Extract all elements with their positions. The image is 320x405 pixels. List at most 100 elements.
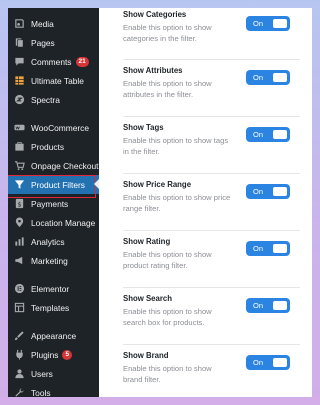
toggle-label: On xyxy=(253,130,264,139)
sidebar-item-label: Plugins xyxy=(31,349,59,360)
cart-icon xyxy=(14,160,25,171)
show-categories-toggle[interactable]: On xyxy=(246,16,290,31)
sidebar-item-comments[interactable]: Comments 21 xyxy=(8,52,99,71)
sidebar-item-label: Onpage Checkout xyxy=(31,160,99,171)
toggle-label: On xyxy=(253,187,264,196)
filter-icon xyxy=(14,179,25,190)
sidebar-item-users[interactable]: Users xyxy=(8,364,99,383)
pages-icon xyxy=(14,37,25,48)
sidebar-item-label: Tools xyxy=(31,387,51,398)
filter-settings-panel: Show Categories Enable this option to sh… xyxy=(99,8,312,397)
sidebar-item-label: Product Filters xyxy=(31,179,85,190)
templates-icon xyxy=(14,302,25,313)
toggle-knob xyxy=(273,244,287,253)
spectra-icon xyxy=(14,94,25,105)
sidebar-item-product-filters[interactable]: Product Filters xyxy=(8,175,99,198)
table-icon xyxy=(14,75,25,86)
admin-sidebar: Media Pages Comments 21 Ultimate Table S… xyxy=(8,8,99,397)
sidebar-item-appearance[interactable]: Appearance xyxy=(8,326,99,345)
show-search-toggle[interactable]: On xyxy=(246,298,290,313)
sidebar-item-label: Templates xyxy=(31,302,70,313)
elementor-icon xyxy=(14,283,25,294)
location-icon xyxy=(14,217,25,228)
setting-description: Enable this option to show search box fo… xyxy=(123,307,212,327)
sidebar-item-label: Spectra xyxy=(31,94,60,105)
toggle-knob xyxy=(273,358,287,367)
sidebar-item-spectra[interactable]: Spectra xyxy=(8,90,99,109)
sidebar-item-label: Location Manage xyxy=(31,217,96,228)
toggle-label: On xyxy=(253,244,264,253)
plugins-icon xyxy=(14,349,25,360)
sidebar-item-location-manage[interactable]: Location Manage xyxy=(8,213,99,232)
setting-description: Enable this option to show product ratin… xyxy=(123,250,212,270)
comments-icon xyxy=(14,56,25,67)
sidebar-item-plugins[interactable]: Plugins 5 xyxy=(8,345,99,364)
setting-row-show-price-range: Show Price Range Enable this option to s… xyxy=(123,174,300,231)
toggle-label: On xyxy=(253,301,264,310)
comments-count-badge: 21 xyxy=(75,56,89,67)
sidebar-item-label: Products xyxy=(31,141,65,152)
setting-row-show-brand: Show Brand Enable this option to show br… xyxy=(123,345,300,397)
show-brand-toggle[interactable]: On xyxy=(246,355,290,370)
svg-text:$: $ xyxy=(17,200,21,208)
toggle-label: On xyxy=(253,73,264,82)
sidebar-item-label: Appearance xyxy=(31,330,77,341)
marketing-icon xyxy=(14,255,25,266)
sidebar-item-payments[interactable]: $ Payments xyxy=(8,194,99,213)
sidebar-item-label: WooCommerce xyxy=(31,122,90,133)
show-rating-toggle[interactable]: On xyxy=(246,241,290,256)
sidebar-item-media[interactable]: Media xyxy=(8,14,99,33)
setting-row-show-tags: Show Tags Enable this option to show tag… xyxy=(123,117,300,174)
sidebar-item-label: Users xyxy=(31,368,53,379)
toggle-knob xyxy=(273,130,287,139)
toggle-knob xyxy=(273,301,287,310)
sidebar-item-analytics[interactable]: Analytics xyxy=(8,232,99,251)
toggle-knob xyxy=(273,19,287,28)
setting-row-show-categories: Show Categories Enable this option to sh… xyxy=(123,8,300,60)
setting-description: Enable this option to show tags in the f… xyxy=(123,136,229,156)
sidebar-item-marketing[interactable]: Marketing xyxy=(8,251,99,270)
menu-separator xyxy=(8,109,99,118)
sidebar-item-label: Pages xyxy=(31,37,55,48)
sidebar-item-pages[interactable]: Pages xyxy=(8,33,99,52)
menu-separator xyxy=(8,317,99,326)
sidebar-item-products[interactable]: Products xyxy=(8,137,99,156)
sidebar-item-label: Media xyxy=(31,18,54,29)
setting-row-show-attributes: Show Attributes Enable this option to sh… xyxy=(123,60,300,117)
show-price-range-toggle[interactable]: On xyxy=(246,184,290,199)
setting-description: Enable this option to show brand filter. xyxy=(123,364,212,384)
toggle-knob xyxy=(273,187,287,196)
sidebar-item-label: Marketing xyxy=(31,255,68,266)
sidebar-item-onpage-checkout[interactable]: Onpage Checkout xyxy=(8,156,99,175)
sidebar-item-label: Analytics xyxy=(31,236,65,247)
sidebar-item-ultimate-table[interactable]: Ultimate Table xyxy=(8,71,99,90)
setting-description: Enable this option to show attributes in… xyxy=(123,79,212,99)
sidebar-item-label: Elementor xyxy=(31,283,70,294)
toggle-label: On xyxy=(253,358,264,367)
show-tags-toggle[interactable]: On xyxy=(246,127,290,142)
appearance-icon xyxy=(14,330,25,341)
toggle-knob xyxy=(273,73,287,82)
setting-row-show-search: Show Search Enable this option to show s… xyxy=(123,288,300,345)
plugins-count-badge: 5 xyxy=(62,349,73,360)
sidebar-item-label: Payments xyxy=(31,198,69,209)
setting-description: Enable this option to show price range f… xyxy=(123,193,231,213)
sidebar-item-templates[interactable]: Templates xyxy=(8,298,99,317)
payments-icon: $ xyxy=(14,198,25,209)
sidebar-item-label: Ultimate Table xyxy=(31,75,84,86)
menu-separator xyxy=(8,270,99,279)
woocommerce-icon xyxy=(14,122,25,133)
tools-icon xyxy=(14,387,25,397)
analytics-icon xyxy=(14,236,25,247)
setting-row-show-rating: Show Rating Enable this option to show p… xyxy=(123,231,300,288)
sidebar-item-woocommerce[interactable]: WooCommerce xyxy=(8,118,99,137)
sidebar-item-label: Comments xyxy=(31,56,72,67)
setting-description: Enable this option to show categories in… xyxy=(123,23,212,43)
sidebar-item-elementor[interactable]: Elementor xyxy=(8,279,99,298)
products-icon xyxy=(14,141,25,152)
admin-window: Media Pages Comments 21 Ultimate Table S… xyxy=(8,8,312,397)
show-attributes-toggle[interactable]: On xyxy=(246,70,290,85)
sidebar-item-tools[interactable]: Tools xyxy=(8,383,99,397)
users-icon xyxy=(14,368,25,379)
media-icon xyxy=(14,18,25,29)
